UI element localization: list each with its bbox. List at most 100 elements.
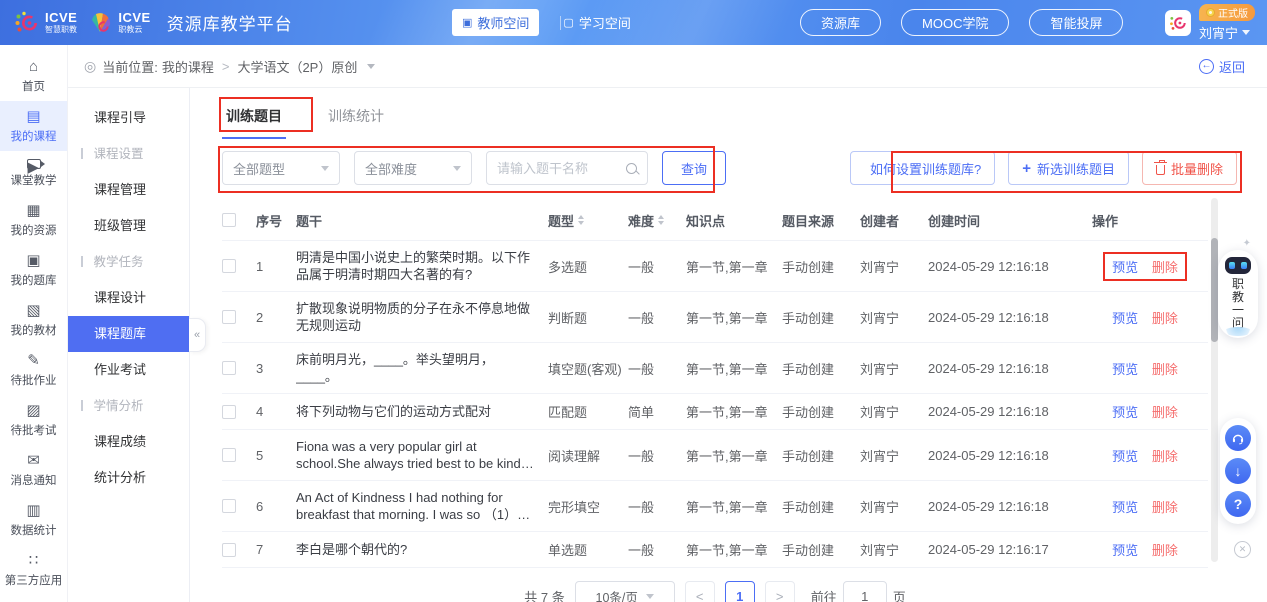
submenu-item[interactable]: 教学任务 <box>68 244 189 280</box>
action-button[interactable]: 批量删除 <box>1142 151 1237 185</box>
main-content: 训练题目 训练统计 全部题型 全部难度 查询 <box>190 88 1267 602</box>
submenu-item-label: 课程成绩 <box>94 434 146 449</box>
submenu-item[interactable]: 作业考试 <box>68 352 189 388</box>
difficulty-select[interactable]: 全部难度 <box>354 151 472 185</box>
submenu-item[interactable]: 课程引导 <box>68 100 189 136</box>
assistant-widget[interactable]: 职教一问 <box>1218 250 1258 338</box>
submenu-item[interactable]: 课程设计 <box>68 280 189 316</box>
row-checkbox[interactable] <box>222 259 236 273</box>
sort-icon[interactable] <box>578 215 584 225</box>
tab[interactable]: 训练统计 <box>324 98 388 139</box>
floating-toolbar: ↓ ? <box>1220 418 1256 524</box>
preview-link[interactable]: 预览 <box>1112 543 1138 558</box>
row-checkbox[interactable] <box>222 448 236 462</box>
pagination: 共 7 条 10条/页 < 1 > 前往 页 <box>222 581 1208 602</box>
space-nav-button[interactable]: ▣ 教师空间 <box>452 9 539 36</box>
sidebar-item-icon: ∷ <box>29 553 39 569</box>
row-checkbox[interactable] <box>222 361 236 375</box>
cell-index: 6 <box>256 499 296 514</box>
column-header: 题型 <box>548 211 628 230</box>
sidebar-item[interactable]: ⌂ 首页 <box>0 51 67 101</box>
question-type-select[interactable]: 全部题型 <box>222 151 340 185</box>
page-size-value: 10条/页 <box>596 587 638 602</box>
sidebar-item[interactable]: ▧ 我的教材 <box>0 295 67 345</box>
avatar[interactable] <box>1165 10 1191 36</box>
sidebar-item[interactable]: ▨ 待批考试 <box>0 395 67 445</box>
support-button[interactable] <box>1225 425 1251 451</box>
sidebar-item[interactable]: ▤ 我的课程 <box>0 101 67 151</box>
submenu-item[interactable]: 学情分析 <box>68 388 189 424</box>
search-input[interactable] <box>497 161 626 176</box>
preview-link[interactable]: 预览 <box>1112 311 1138 326</box>
cell-created-time: 2024-05-29 12:16:18 <box>928 448 1092 463</box>
submenu-item[interactable]: 课程成绩 <box>68 424 189 460</box>
row-checkbox[interactable] <box>222 405 236 419</box>
quick-link-button[interactable]: 资源库 <box>800 9 881 36</box>
breadcrumb-current[interactable]: 大学语文（2P）原创 <box>237 57 357 76</box>
operation-group: 预览 删除 <box>1112 497 1178 516</box>
help-button[interactable]: ? <box>1225 491 1251 517</box>
sidebar-item-icon: ✎ <box>27 353 40 369</box>
page-size-select[interactable]: 10条/页 <box>575 581 675 602</box>
query-button[interactable]: 查询 <box>662 151 726 185</box>
action-button[interactable]: + 新选训练题目 <box>1008 151 1129 185</box>
cell-created-time: 2024-05-29 12:16:18 <box>928 499 1092 514</box>
delete-link[interactable]: 删除 <box>1152 362 1178 377</box>
search-icon[interactable] <box>626 163 637 174</box>
preview-link[interactable]: 预览 <box>1112 260 1138 275</box>
sidebar-item[interactable]: ▥ 数据统计 <box>0 495 67 545</box>
sort-icon[interactable] <box>658 215 664 225</box>
username[interactable]: 刘宵宁 <box>1199 23 1250 42</box>
delete-link[interactable]: 删除 <box>1152 543 1178 558</box>
preview-link[interactable]: 预览 <box>1112 449 1138 464</box>
back-button[interactable]: ← 返回 <box>1199 57 1245 76</box>
cell-operations: 预览 删除 <box>1112 402 1178 421</box>
tab[interactable]: 训练题目 <box>222 98 286 139</box>
delete-link[interactable]: 删除 <box>1152 260 1178 275</box>
platform-title: 资源库教学平台 <box>167 10 293 35</box>
chevron-down-icon[interactable] <box>367 64 375 69</box>
sidebar-item[interactable]: ▣ 我的题库 <box>0 245 67 295</box>
sidebar-item[interactable]: ✉ 消息通知 <box>0 445 67 495</box>
sidebar-item[interactable]: ▶ 课堂教学 <box>0 151 67 195</box>
submenu-item[interactable]: 课程设置 <box>68 136 189 172</box>
preview-link[interactable]: 预览 <box>1112 500 1138 515</box>
sidebar-collapse-button[interactable]: « <box>189 318 206 352</box>
delete-link[interactable]: 删除 <box>1152 405 1178 420</box>
submenu-item[interactable]: 课程管理 <box>68 172 189 208</box>
sidebar-item[interactable]: ∷ 第三方应用 <box>0 545 67 595</box>
prev-page-button[interactable]: < <box>685 581 715 602</box>
breadcrumb-parent[interactable]: 我的课程 <box>162 57 214 76</box>
logo-name: ICVE <box>45 11 77 24</box>
delete-link[interactable]: 删除 <box>1152 500 1178 515</box>
sidebar-item-label: 第三方应用 <box>5 572 63 588</box>
sidebar-item[interactable]: ✎ 待批作业 <box>0 345 67 395</box>
row-checkbox[interactable] <box>222 543 236 557</box>
row-checkbox[interactable] <box>222 310 236 324</box>
delete-link[interactable]: 删除 <box>1152 311 1178 326</box>
download-button[interactable]: ↓ <box>1225 458 1251 484</box>
submenu-item[interactable]: 课程题库 <box>68 316 189 352</box>
sidebar-item[interactable]: ▦ 我的资源 <box>0 195 67 245</box>
quick-link-button[interactable]: 智能投屏 <box>1029 9 1123 36</box>
delete-link[interactable]: 删除 <box>1152 449 1178 464</box>
quick-link-button[interactable]: MOOC学院 <box>901 9 1009 36</box>
submenu-item[interactable]: 统计分析 <box>68 460 189 496</box>
row-checkbox[interactable] <box>222 499 236 513</box>
column-header: 创建者 <box>860 211 928 230</box>
submenu-item[interactable]: 班级管理 <box>68 208 189 244</box>
action-button[interactable]: 如何设置训练题库? <box>850 151 995 185</box>
preview-link[interactable]: 预览 <box>1112 405 1138 420</box>
space-nav: ▣ 教师空间 ▢ 学习空间 <box>452 9 641 36</box>
user-area[interactable]: 正式版 刘宵宁 <box>1165 4 1255 42</box>
column-header: 序号 <box>256 211 296 230</box>
close-widget-button[interactable]: ✕ <box>1234 541 1251 558</box>
select-all-checkbox[interactable] <box>222 213 236 227</box>
current-page-button[interactable]: 1 <box>725 581 755 602</box>
scrollbar-thumb[interactable] <box>1211 238 1218 342</box>
scrollbar-track[interactable] <box>1211 198 1218 562</box>
preview-link[interactable]: 预览 <box>1112 362 1138 377</box>
space-nav-button[interactable]: ▢ 学习空间 <box>553 9 640 36</box>
next-page-button[interactable]: > <box>765 581 795 602</box>
goto-page-input[interactable] <box>843 581 887 602</box>
